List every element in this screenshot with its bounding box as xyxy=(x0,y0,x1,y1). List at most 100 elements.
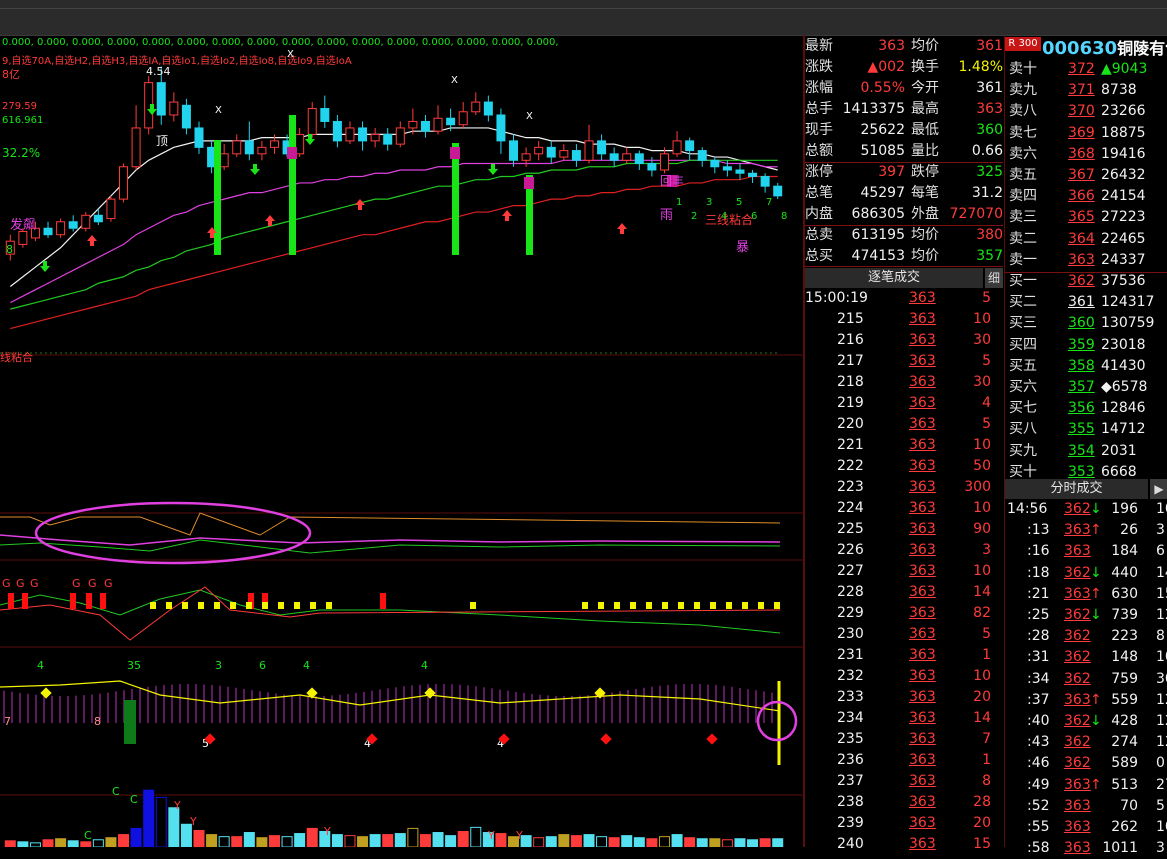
volume-bar[interactable] xyxy=(457,831,469,848)
volume-bar[interactable] xyxy=(168,807,180,847)
volume-bar[interactable] xyxy=(470,826,482,847)
bid-row[interactable]: 买九 354 2031 xyxy=(1005,441,1167,463)
volume-bar[interactable] xyxy=(558,834,570,847)
candle-body[interactable] xyxy=(597,140,607,155)
volume-bar[interactable] xyxy=(130,827,142,847)
stock-code-name[interactable]: 000630铜陵有色 xyxy=(1042,35,1167,59)
candle-body[interactable] xyxy=(433,117,443,132)
candle-body[interactable] xyxy=(131,127,141,168)
volume-bar[interactable] xyxy=(495,833,507,847)
volume-bar[interactable] xyxy=(256,837,268,847)
volume-bar[interactable] xyxy=(545,836,557,847)
volume-bar[interactable] xyxy=(696,838,708,847)
volume-bar[interactable] xyxy=(155,796,167,847)
candle-body[interactable] xyxy=(232,140,242,155)
candle-body[interactable] xyxy=(534,146,544,155)
volume-bar[interactable] xyxy=(608,837,620,847)
volume-bar[interactable] xyxy=(721,839,733,847)
candle-body[interactable] xyxy=(395,127,405,145)
candle-body[interactable] xyxy=(156,82,166,116)
ticks-detail-button[interactable]: 细 xyxy=(985,268,1003,288)
ask-row[interactable]: 卖五 367 26432 xyxy=(1005,165,1167,187)
candle-body[interactable] xyxy=(119,166,129,200)
candle-body[interactable] xyxy=(546,146,556,158)
candle-body[interactable] xyxy=(194,127,204,148)
minute-ticks-next-button[interactable]: ▶ xyxy=(1150,479,1167,499)
candle-body[interactable] xyxy=(584,140,594,161)
candle-body[interactable] xyxy=(710,159,720,168)
ask-row[interactable]: 卖七 369 18875 xyxy=(1005,123,1167,145)
volume-bar[interactable] xyxy=(445,835,457,847)
volume-bar[interactable] xyxy=(357,836,369,847)
bid-row[interactable]: 买二 361 124317 xyxy=(1005,292,1167,314)
volume-bar[interactable] xyxy=(67,840,79,847)
candle-body[interactable] xyxy=(672,140,682,155)
candle-body[interactable] xyxy=(748,172,758,177)
bid-row[interactable]: 买一 362 37536 xyxy=(1005,271,1167,293)
candle-body[interactable] xyxy=(458,111,468,126)
bid-row[interactable]: 买六 357 ◆6578 xyxy=(1005,377,1167,399)
volume-bar[interactable] xyxy=(419,834,431,847)
volume-bar[interactable] xyxy=(331,834,343,847)
candle-body[interactable] xyxy=(257,146,267,155)
volume-bar[interactable] xyxy=(759,838,771,847)
volume-bar[interactable] xyxy=(306,827,318,847)
volume-bar[interactable] xyxy=(533,837,545,847)
candle-body[interactable] xyxy=(56,221,66,236)
volume-bar[interactable] xyxy=(193,829,205,847)
candle-body[interactable] xyxy=(345,127,355,142)
candle-body[interactable] xyxy=(559,150,569,158)
ask-row[interactable]: 卖九 371 8738 xyxy=(1005,80,1167,102)
ask-row[interactable]: 卖十 372 ▲9043 xyxy=(1005,59,1167,81)
candle-body[interactable] xyxy=(244,140,254,155)
volume-bar[interactable] xyxy=(382,834,394,847)
candle-body[interactable] xyxy=(420,120,430,132)
volume-bar[interactable] xyxy=(432,832,444,847)
volume-bar[interactable] xyxy=(583,834,595,847)
volume-bar[interactable] xyxy=(294,833,306,847)
candle-body[interactable] xyxy=(106,198,116,220)
candle-body[interactable] xyxy=(181,104,191,129)
bid-row[interactable]: 买三 360 130759 xyxy=(1005,313,1167,335)
candle-body[interactable] xyxy=(219,153,229,168)
volume-bar[interactable] xyxy=(118,834,130,847)
candle-body[interactable] xyxy=(446,117,456,126)
volume-bar[interactable] xyxy=(4,840,16,847)
volume-bar[interactable] xyxy=(344,835,356,847)
candle-body[interactable] xyxy=(471,101,481,113)
volume-bar[interactable] xyxy=(633,837,645,847)
candle-body[interactable] xyxy=(370,133,380,142)
volume-bar[interactable] xyxy=(671,834,683,847)
volume-bar[interactable] xyxy=(92,839,104,847)
candle-body[interactable] xyxy=(571,150,581,161)
volume-bar[interactable] xyxy=(80,841,92,847)
candle-body[interactable] xyxy=(634,153,644,165)
candle-body[interactable] xyxy=(320,108,330,122)
candle-body[interactable] xyxy=(358,127,368,142)
candle-body[interactable] xyxy=(269,140,279,148)
candle-body[interactable] xyxy=(18,230,28,245)
volume-bar[interactable] xyxy=(621,835,633,847)
candle-body[interactable] xyxy=(383,133,393,145)
ask-row[interactable]: 卖二 364 22465 xyxy=(1005,229,1167,251)
candle-body[interactable] xyxy=(93,214,103,223)
ask-row[interactable]: 卖一 363 24337 xyxy=(1005,250,1167,272)
ask-row[interactable]: 卖八 370 23266 xyxy=(1005,101,1167,123)
candle-body[interactable] xyxy=(307,108,317,135)
candle-body[interactable] xyxy=(773,185,783,197)
volume-bar[interactable] xyxy=(231,836,243,847)
volume-bar[interactable] xyxy=(268,835,280,847)
candle-body[interactable] xyxy=(760,175,770,187)
candle-body[interactable] xyxy=(735,169,745,174)
candle-body[interactable] xyxy=(81,214,91,229)
candle-body[interactable] xyxy=(521,153,531,161)
volume-bar[interactable] xyxy=(243,832,255,847)
candle-body[interactable] xyxy=(169,101,179,116)
candle-body[interactable] xyxy=(43,227,53,236)
candle-body[interactable] xyxy=(496,114,506,142)
ask-row[interactable]: 卖六 368 19416 xyxy=(1005,144,1167,166)
volume-bar[interactable] xyxy=(17,841,29,847)
candle-body[interactable] xyxy=(685,140,695,152)
volume-bar[interactable] xyxy=(206,834,218,847)
ask-row[interactable]: 卖四 366 24154 xyxy=(1005,186,1167,208)
